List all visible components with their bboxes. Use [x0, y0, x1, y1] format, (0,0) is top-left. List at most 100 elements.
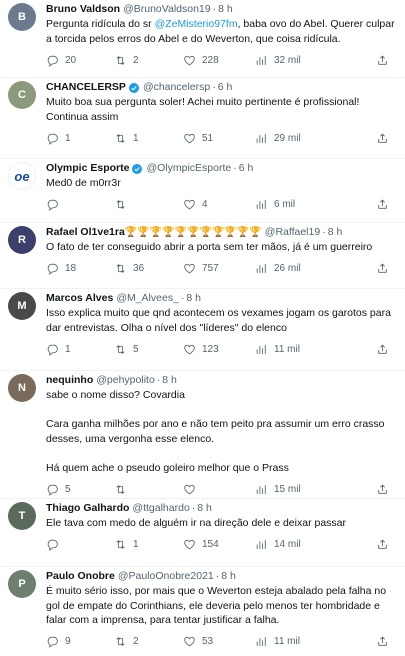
author-name[interactable]: CHANCELERSP [46, 81, 126, 94]
reply-icon [47, 199, 58, 211]
views-icon [256, 133, 266, 143]
reply-icon [47, 344, 58, 356]
tweet[interactable]: R Rafael Ol1ve1ra 🏆🏆🏆🏆🏆🏆🏆🏆🏆🏆🏆 @Raffael19… [0, 223, 405, 289]
avatar[interactable]: C [8, 81, 36, 109]
avatar[interactable]: R [8, 226, 36, 254]
author-handle[interactable]: @PauloOnobre2021 [118, 570, 214, 583]
timestamp[interactable]: 8 h [328, 226, 343, 239]
name-emoji-trophies: 🏆🏆🏆🏆🏆🏆🏆🏆🏆🏆🏆 [124, 227, 262, 238]
like-button[interactable]: 757 [183, 262, 255, 275]
tweet[interactable]: N nequinho @pehypolito · 8 h sabe o nome… [0, 371, 405, 499]
author-name[interactable]: Bruno Valdson [46, 3, 120, 16]
share-button[interactable] [376, 198, 389, 211]
tweet[interactable]: C CHANCELERSP @chancelersp · 6 h Muito b… [0, 78, 405, 159]
share-button[interactable] [376, 343, 389, 356]
author-handle[interactable]: @ttgalhardo [132, 502, 189, 515]
timestamp[interactable]: 6 h [239, 162, 254, 175]
reply-button[interactable]: 1 [46, 132, 114, 145]
reply-button[interactable]: 18 [46, 262, 114, 275]
tweet[interactable]: oe Olympic Esporte @OlympicEsporte · 6 h… [0, 159, 405, 223]
retweet-button[interactable] [114, 483, 183, 496]
views-button[interactable]: 6 mil [255, 198, 323, 211]
views-button[interactable]: 11 mil [255, 635, 323, 648]
timestamp[interactable]: 8 h [186, 292, 201, 305]
author-name[interactable]: Paulo Onobre [46, 570, 115, 583]
author-handle[interactable]: @BrunoValdson19 [123, 3, 211, 16]
views-button[interactable]: 14 mil [255, 538, 323, 551]
reply-button[interactable] [46, 198, 114, 211]
author-handle[interactable]: @M_Alvees_ [116, 292, 179, 305]
retweet-icon [116, 264, 125, 273]
timestamp[interactable]: 8 h [197, 502, 212, 515]
share-button[interactable] [376, 635, 389, 648]
heart-icon [184, 344, 195, 354]
reply-button[interactable]: 5 [46, 483, 114, 496]
timestamp[interactable]: 8 h [221, 570, 236, 583]
reply-button[interactable]: 1 [46, 343, 114, 356]
retweet-count: 1 [133, 539, 139, 550]
views-button[interactable]: 26 mil [255, 262, 323, 275]
share-button[interactable] [376, 483, 389, 496]
like-button[interactable]: 154 [183, 538, 255, 551]
view-count: 32 mil [274, 54, 301, 66]
heart-icon [184, 484, 195, 494]
retweet-button[interactable]: 5 [114, 343, 183, 356]
separator-dot: · [215, 570, 220, 582]
mention-link[interactable]: @ZeMisterio97fm [155, 18, 238, 30]
author-handle[interactable]: @pehypolito [96, 374, 155, 387]
like-count: 154 [202, 539, 219, 550]
author-handle[interactable]: @Raffael19 [265, 226, 320, 239]
reply-button[interactable] [46, 538, 114, 551]
retweet-icon [116, 200, 125, 209]
views-button[interactable]: 29 mil [255, 132, 323, 145]
author-name[interactable]: Thiago Galhardo [46, 502, 129, 515]
retweet-button[interactable]: 1 [114, 538, 183, 551]
reply-button[interactable]: 20 [46, 54, 114, 67]
like-button[interactable]: 53 [183, 635, 255, 648]
share-button[interactable] [376, 538, 389, 551]
tweet[interactable]: M Marcos Alves @M_Alvees_ · 8 h Isso exp… [0, 289, 405, 371]
avatar[interactable]: M [8, 292, 36, 320]
views-button[interactable]: 11 mil [255, 343, 323, 356]
tweet-text: Ele tava com medo de alguém ir na direçã… [46, 517, 346, 529]
avatar[interactable]: P [8, 570, 36, 598]
share-button[interactable] [376, 262, 389, 275]
views-button[interactable]: 15 mil [255, 483, 323, 496]
author-handle[interactable]: @chancelersp [143, 81, 210, 94]
avatar[interactable]: B [8, 3, 36, 31]
tweet[interactable]: B Bruno Valdson @BrunoValdson19 · 8 h Pe… [0, 0, 405, 78]
views-button[interactable]: 32 mil [255, 54, 323, 67]
avatar[interactable]: T [8, 502, 36, 530]
author-handle[interactable]: @OlympicEsporte [146, 162, 231, 175]
avatar-logo[interactable]: oe [8, 162, 36, 190]
author-name[interactable]: Rafael Ol1ve1ra [46, 226, 125, 239]
author-name[interactable]: nequinho [46, 374, 93, 387]
like-button[interactable]: 4 [183, 198, 255, 211]
like-button[interactable]: 123 [183, 343, 255, 356]
timestamp[interactable]: 6 h [218, 81, 233, 94]
like-button[interactable]: 228 [183, 54, 255, 67]
like-button[interactable] [183, 483, 255, 496]
share-button[interactable] [376, 54, 389, 67]
avatar[interactable]: N [8, 374, 36, 402]
retweet-button[interactable]: 36 [114, 262, 183, 275]
retweet-button[interactable]: 1 [114, 132, 183, 145]
author-name[interactable]: Olympic Esporte [46, 162, 129, 175]
share-button[interactable] [376, 132, 389, 145]
retweet-button[interactable]: 2 [114, 54, 183, 67]
share-icon [378, 263, 387, 273]
separator-dot: · [156, 374, 161, 386]
view-count: 11 mil [274, 636, 300, 647]
timestamp[interactable]: 8 h [218, 3, 233, 16]
tweet[interactable]: P Paulo Onobre @PauloOnobre2021 · 8 h É … [0, 567, 405, 656]
retweet-button[interactable] [114, 198, 183, 211]
tweet[interactable]: T Thiago Galhardo @ttgalhardo · 8 h Ele … [0, 499, 405, 567]
author-name[interactable]: Marcos Alves [46, 292, 113, 305]
reply-count: 1 [65, 132, 71, 144]
reply-button[interactable]: 9 [46, 635, 114, 648]
like-count: 51 [202, 132, 214, 144]
like-button[interactable]: 51 [183, 132, 255, 145]
retweet-icon [116, 540, 125, 549]
retweet-button[interactable]: 2 [114, 635, 183, 648]
timestamp[interactable]: 8 h [162, 374, 177, 387]
